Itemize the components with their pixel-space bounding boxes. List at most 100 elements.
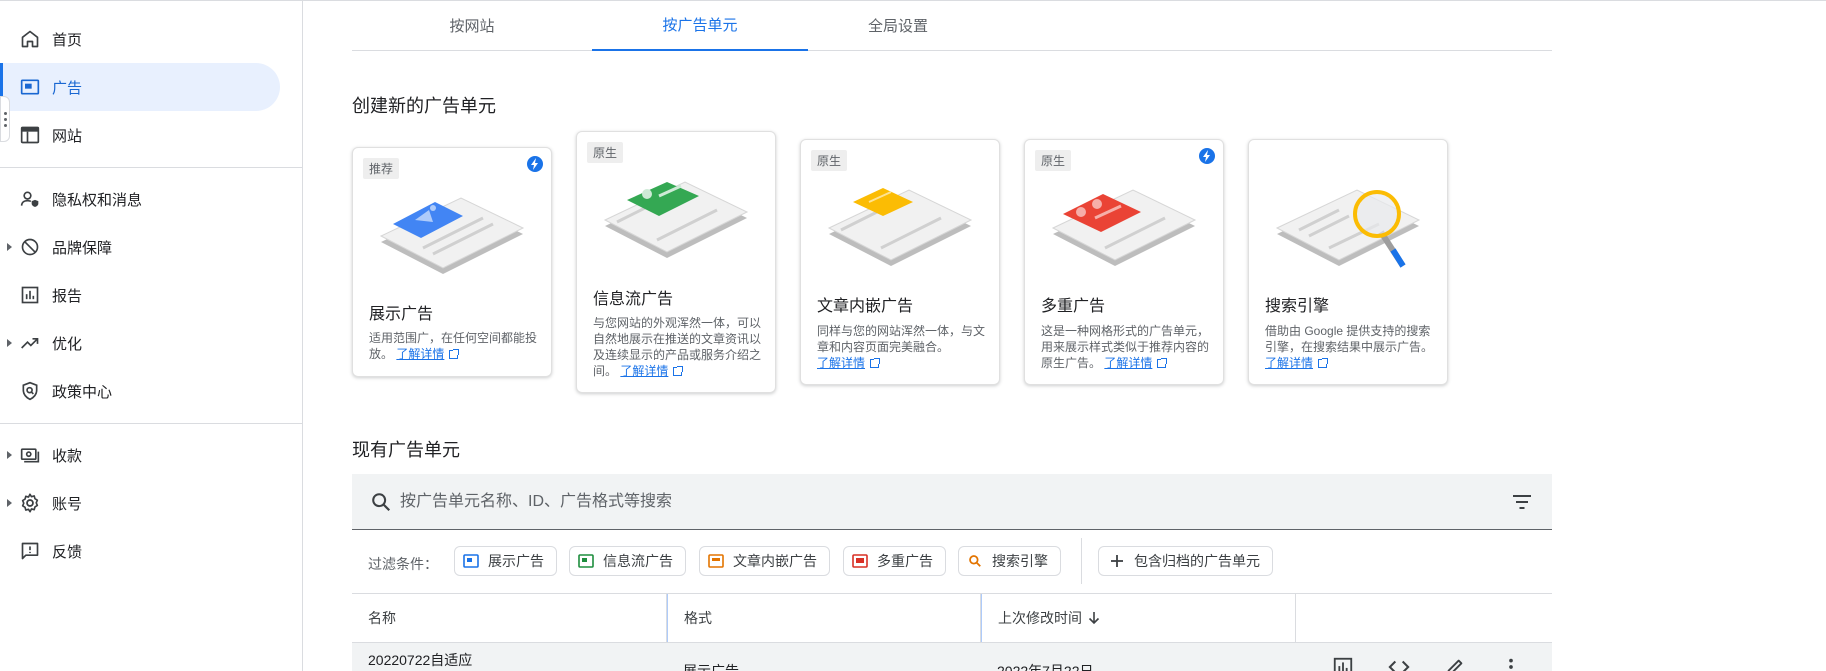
sidebar-item-label: 政策中心 [52,383,113,401]
card-description: 借助由 Google 提供支持的搜索引擎，在搜索结果中展示广告。 了解详情 [1265,324,1434,370]
home-icon [18,27,42,51]
ad-unit-format: 展示广告 [683,663,739,671]
site-icon [18,123,42,147]
sidebar-item-optimization[interactable]: 优化 [0,319,280,367]
card-multiplex-ads[interactable]: 原生 多重广告 这是一种网格形式的广告单元，用来展示样式类似于推荐内容的原生广告… [1024,139,1224,385]
more-vert-icon[interactable] [1500,656,1522,671]
ads-icon [18,75,42,99]
external-link-icon [449,349,460,359]
card-in-article-ads[interactable]: 原生 文章内嵌广告 同样与您的网站浑然一体，与文章和内容页面完美融合。 了解详情 [800,139,1000,385]
card-title: 搜索引擎 [1265,298,1330,315]
native-badge: 原生 [1035,150,1072,171]
report-icon[interactable] [1332,656,1354,671]
sidebar-item-payments[interactable]: 收款 [0,431,280,479]
sidebar-item-label: 广告 [52,79,83,97]
sidebar-item-label: 优化 [52,335,83,353]
sidebar-item-label: 隐私权和消息 [52,191,143,209]
chip-label: 文章内嵌广告 [733,553,817,569]
sidebar-item-ads[interactable]: 广告 [0,63,280,111]
card-in-feed-ads[interactable]: 原生 信息流广告 与您网站的外观浑然一体，可以自然地展示在推送的文章资讯以及连续… [576,131,776,393]
card-description: 适用范围广，在任何空间都能投放。 了解详情 [369,331,538,361]
sidebar-item-label: 首页 [52,31,83,49]
filter-chip-in-feed[interactable]: 信息流广告 [569,546,686,576]
filter-chip-include-archived[interactable]: 包含归档的广告单元 [1098,546,1273,576]
in-feed-ad-illustration [603,181,749,258]
sidebar-item-privacy[interactable]: 隐私权和消息 [0,175,280,223]
sidebar-item-sites[interactable]: 网站 [0,111,280,159]
sidebar: 首页 广告 网站 隐私权和消息 品牌保障 报告 优化 政策中心 收款 账号 反馈 [0,0,303,671]
edit-pencil-icon[interactable] [1444,656,1466,671]
filter-chip-in-article[interactable]: 文章内嵌广告 [699,546,830,576]
sidebar-divider [0,423,303,424]
card-title: 文章内嵌广告 [817,298,914,315]
sidebar-item-reports[interactable]: 报告 [0,271,280,319]
sidebar-item-brand-safety[interactable]: 品牌保障 [0,223,280,271]
sidebar-item-label: 账号 [52,495,83,513]
chip-label: 多重广告 [877,553,933,569]
sidebar-item-account[interactable]: 账号 [0,479,280,527]
tab-by-ad-unit[interactable]: 按广告单元 [592,0,808,51]
sidebar-divider [0,167,303,168]
column-header-format[interactable]: 格式 [667,594,981,642]
search-engine-illustration [1275,189,1421,268]
sort-arrow-down-icon [1088,612,1100,625]
display-ad-illustration [379,197,525,274]
column-header-modified[interactable]: 上次修改时间 [981,594,1296,642]
learn-more-link[interactable]: 了解详情 [396,347,444,361]
chip-label: 展示广告 [488,553,544,569]
column-header-label: 上次修改时间 [998,610,1082,626]
code-icon[interactable] [1388,656,1410,671]
search-icon [967,553,983,569]
create-section-title: 创建新的广告单元 [352,96,496,116]
ad-unit-name[interactable]: 20220722自适应 [368,650,472,670]
filter-list-icon[interactable] [1512,493,1532,511]
expand-caret-icon [7,451,12,459]
tab-bar: 按网站 按广告单元 全局设置 [352,0,1552,51]
app-root: 首页 广告 网站 隐私权和消息 品牌保障 报告 优化 政策中心 收款 账号 反馈… [0,0,1826,671]
chip-label: 包含归档的广告单元 [1134,553,1260,569]
existing-section-title: 现有广告单元 [352,440,460,460]
sidebar-item-policy[interactable]: 政策中心 [0,367,280,415]
auto-ads-bolt-icon [527,156,543,172]
ad-unit-modified: 2022年7月22日 [997,663,1094,671]
filter-chip-search-engine[interactable]: 搜索引擎 [958,546,1061,576]
sidebar-item-feedback[interactable]: 反馈 [0,527,280,575]
column-header-label: 名称 [368,610,396,626]
external-link-icon [870,358,881,368]
filter-chip-display[interactable]: 展示广告 [454,546,557,576]
filter-chip-multiplex[interactable]: 多重广告 [843,546,946,576]
privacy-icon [18,187,42,211]
sidebar-item-label: 报告 [52,287,83,305]
report-icon [18,283,42,307]
gear-icon [18,491,42,515]
chip-label: 搜索引擎 [992,553,1048,569]
in-article-ad-illustration [827,188,973,266]
card-title: 展示广告 [369,306,434,323]
learn-more-link[interactable]: 了解详情 [817,356,865,370]
sidebar-item-home[interactable]: 首页 [0,15,280,63]
learn-more-link[interactable]: 了解详情 [620,364,668,378]
table-row[interactable]: 20220722自适应 展示广告 2022年7月22日 [352,642,1552,671]
policy-icon [18,379,42,403]
external-link-icon [673,366,684,376]
learn-more-link[interactable]: 了解详情 [1104,356,1152,370]
expand-caret-icon [7,339,12,347]
search-input[interactable] [400,474,1480,530]
trending-icon [18,331,42,355]
learn-more-link[interactable]: 了解详情 [1265,356,1313,370]
tab-by-site[interactable]: 按网站 [402,0,542,51]
card-display-ads[interactable]: 推荐 展示广告 适用范围广，在任何空间都能投放。 了解详情 [352,147,552,377]
tab-global-settings[interactable]: 全局设置 [828,0,968,51]
external-link-icon [1318,358,1329,368]
column-header-name[interactable]: 名称 [352,594,667,642]
multiplex-ad-illustration [1051,189,1197,266]
display-ad-icon [463,553,479,569]
add-icon [1109,553,1125,569]
block-icon [18,235,42,259]
search-icon [372,493,391,512]
payments-icon [18,443,42,467]
sidebar-item-label: 收款 [52,447,83,465]
expand-caret-icon [7,243,12,251]
card-search-engine[interactable]: 搜索引擎 借助由 Google 提供支持的搜索引擎，在搜索结果中展示广告。 了解… [1248,139,1448,385]
native-badge: 原生 [811,150,848,171]
